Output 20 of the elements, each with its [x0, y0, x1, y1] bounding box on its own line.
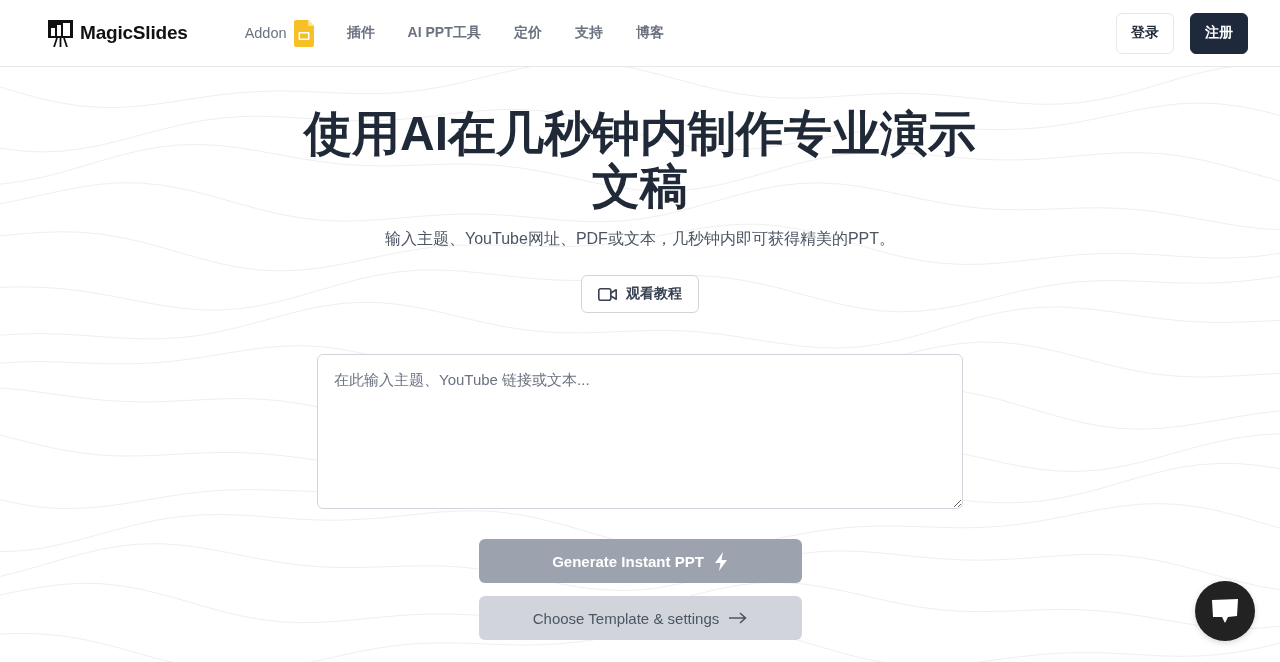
nav-link[interactable]: Addon	[244, 19, 314, 47]
slides-document-icon	[293, 19, 314, 47]
watch-tutorial-button[interactable]: 观看教程	[581, 275, 699, 313]
chat-button[interactable]	[1195, 581, 1255, 641]
nav-link[interactable]: AI PPT工具	[407, 24, 481, 42]
signup-button[interactable]: 注册	[1190, 12, 1248, 54]
nav-link[interactable]: 支持	[574, 24, 603, 42]
nav-link[interactable]: 定价	[513, 24, 542, 42]
lightning-icon	[713, 551, 728, 571]
hero-title: 使用AI在几秒钟内制作专业演示文稿	[302, 107, 977, 213]
video-camera-icon	[598, 287, 617, 301]
hero-subtitle: 输入主题、YouTube网址、PDF或文本，几秒钟内即可获得精美的PPT。	[385, 229, 895, 249]
topic-input-field[interactable]: 在此输入主题、YouTube 链接或文本...	[317, 354, 963, 509]
brand-name[interactable]: MagicSlides	[80, 22, 188, 44]
nav-link[interactable]: 插件	[346, 24, 375, 42]
speech-bubble-icon	[1211, 598, 1239, 624]
arrow-right-icon	[729, 612, 748, 624]
nav-link[interactable]: 博客	[635, 24, 664, 42]
login-button[interactable]: 登录	[1116, 12, 1174, 54]
presentation-board-icon	[48, 19, 73, 47]
